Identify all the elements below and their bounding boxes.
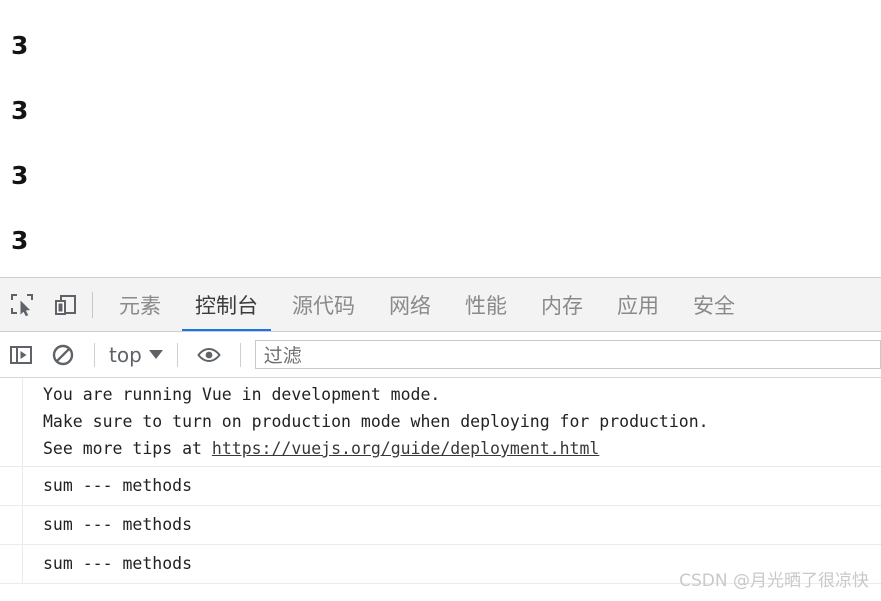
console-message-line: sum --- methods <box>43 554 193 573</box>
tab-label: 安全 <box>693 293 735 318</box>
console-message-line: sum --- methods <box>43 476 193 495</box>
execution-context-selector[interactable]: top <box>105 343 167 367</box>
device-toolbar-icon <box>52 291 80 319</box>
devtools-panel: 元素 控制台 源代码 网络 性能 内存 应用 安全 top 过滤 You are… <box>0 277 881 601</box>
console-message-log[interactable]: sum --- methods <box>0 506 881 545</box>
tab-security[interactable]: 安全 <box>676 278 752 331</box>
console-message-vue-dev-warning[interactable]: You are running Vue in development mode.… <box>0 378 881 467</box>
toolbar-divider <box>94 342 95 367</box>
execution-context-label: top <box>109 342 142 367</box>
console-message-log[interactable]: sum --- methods <box>0 467 881 506</box>
console-sidebar-toggle-button[interactable] <box>0 334 42 376</box>
tab-label: 应用 <box>617 293 659 318</box>
vuejs-deployment-link[interactable]: https://vuejs.org/guide/deployment.html <box>212 439 599 458</box>
console-filter-input[interactable]: 过滤 <box>254 340 881 369</box>
tab-elements[interactable]: 元素 <box>102 278 178 331</box>
clear-console-button[interactable] <box>42 334 84 376</box>
console-filter-placeholder: 过滤 <box>263 345 302 367</box>
live-expression-button[interactable] <box>188 334 230 376</box>
tab-application[interactable]: 应用 <box>600 278 676 331</box>
tab-performance[interactable]: 性能 <box>448 278 524 331</box>
page-output-line: 3 <box>11 226 29 255</box>
clear-console-icon <box>50 342 76 368</box>
tab-network[interactable]: 网络 <box>372 278 448 331</box>
console-message-log[interactable]: sum --- methods <box>0 545 881 584</box>
devtools-tabbar: 元素 控制台 源代码 网络 性能 内存 应用 安全 <box>0 278 881 332</box>
tab-memory[interactable]: 内存 <box>524 278 600 331</box>
tabbar-divider <box>92 291 93 318</box>
console-message-line: See more tips at https://vuejs.org/guide… <box>43 435 881 462</box>
chevron-down-icon <box>148 350 163 359</box>
inspect-element-button[interactable] <box>0 283 44 327</box>
tab-console[interactable]: 控制台 <box>178 278 275 331</box>
tab-label: 网络 <box>389 293 431 318</box>
toolbar-divider <box>176 342 178 367</box>
console-message-list: You are running Vue in development mode.… <box>0 378 881 600</box>
console-toolbar: top 过滤 <box>0 332 881 378</box>
tab-sources[interactable]: 源代码 <box>275 278 372 331</box>
page-output-line: 3 <box>11 96 29 125</box>
console-sidebar-icon <box>8 342 34 368</box>
devtools-tab-list: 元素 控制台 源代码 网络 性能 内存 应用 安全 <box>102 278 881 331</box>
console-message-line-prefix: See more tips at <box>43 439 212 458</box>
page-output-line: 3 <box>11 161 29 190</box>
tab-label: 控制台 <box>195 293 258 318</box>
device-toolbar-button[interactable] <box>44 283 88 327</box>
console-message-line: You are running Vue in development mode. <box>43 385 441 404</box>
live-expression-eye-icon <box>196 342 222 368</box>
page-output-line: 3 <box>11 31 29 60</box>
console-message-line: Make sure to turn on production mode whe… <box>43 412 709 431</box>
tab-label: 内存 <box>541 293 583 318</box>
inspect-element-icon <box>8 291 36 319</box>
tab-label: 源代码 <box>292 293 355 318</box>
tab-label: 元素 <box>119 293 161 318</box>
toolbar-divider <box>239 342 241 367</box>
tab-label: 性能 <box>465 293 507 318</box>
browser-page-viewport: 3 3 3 3 <box>0 0 881 277</box>
console-message-line: sum --- methods <box>43 515 193 534</box>
